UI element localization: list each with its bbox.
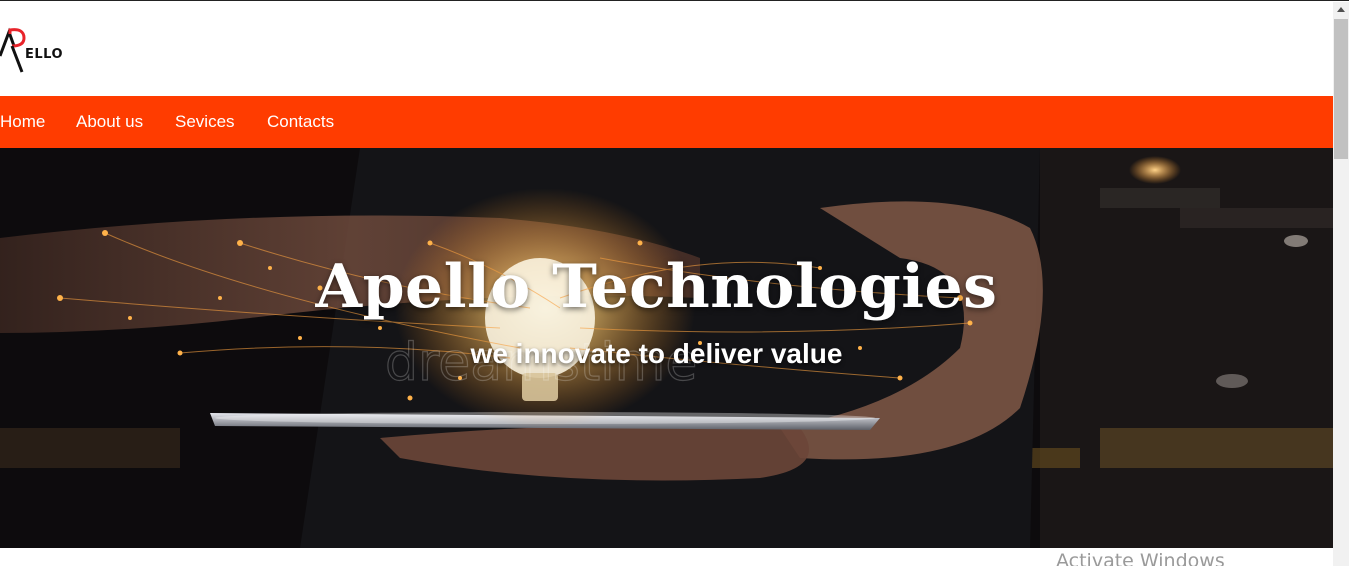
scroll-up-icon[interactable] (1337, 7, 1345, 12)
svg-text:ELLO: ELLO (25, 47, 63, 62)
vertical-scrollbar[interactable] (1333, 2, 1349, 566)
page: ELLO Home About us Sevices Contacts drea… (0, 0, 1349, 566)
site-header: ELLO (0, 2, 1333, 96)
nav-item-home[interactable]: Home (0, 112, 45, 132)
nav-item-services[interactable]: Sevices (175, 112, 235, 132)
apello-logo-icon: ELLO (0, 27, 63, 73)
hero-subtitle: we innovate to deliver value (470, 338, 843, 369)
activate-windows-watermark: Activate Windows (1056, 550, 1225, 566)
hero-title: Apello Technologies (315, 252, 998, 322)
nav-item-about-us[interactable]: About us (76, 112, 143, 132)
apello-logo[interactable]: ELLO (0, 26, 70, 76)
main-nav: Home About us Sevices Contacts (0, 96, 1333, 148)
scrollbar-thumb[interactable] (1334, 19, 1348, 159)
hero-banner: dreamstime Apello Technologies we innova… (0, 148, 1333, 548)
nav-item-contacts[interactable]: Contacts (267, 112, 334, 132)
